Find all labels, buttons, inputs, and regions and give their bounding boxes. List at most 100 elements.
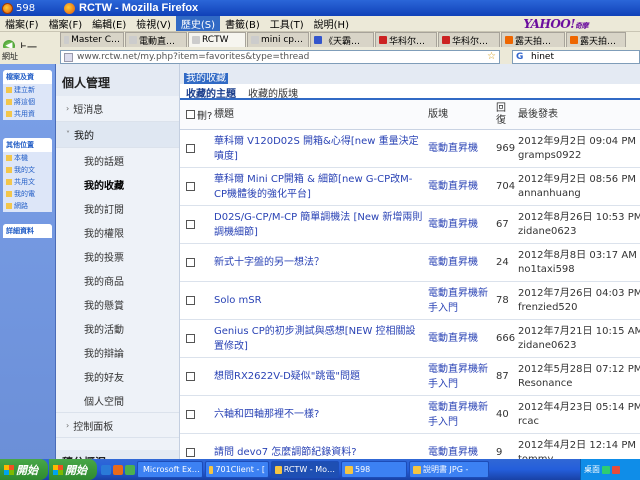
last-post-user[interactable]: Resonance (518, 377, 640, 391)
menu-file-ie[interactable]: 檔案(F) (0, 16, 44, 31)
last-post-user[interactable]: zidane0623 (518, 225, 640, 239)
task-pane-link[interactable]: 網路 (3, 200, 52, 212)
yahoo-logo[interactable]: YAHOO!奇摩 (523, 17, 588, 31)
sidebar-subitem[interactable]: 我的收藏 (56, 172, 179, 196)
menu-view[interactable]: 檢視(V) (131, 16, 176, 31)
last-post-user[interactable]: rcac (518, 415, 640, 429)
forum-link[interactable]: 電動直昇機 (428, 141, 494, 156)
tray-desktop-label[interactable]: 桌面 (584, 464, 600, 475)
browser-tab[interactable]: 华科尔… (375, 32, 437, 47)
task-pane-link[interactable]: 我的電 (3, 188, 52, 200)
row-checkbox[interactable] (186, 182, 195, 191)
browser-tab[interactable]: RCTW (188, 32, 246, 47)
start-button[interactable]: 開始 (0, 459, 48, 480)
taskbar-button[interactable]: Microsoft Ex… (137, 461, 203, 478)
thread-title-link[interactable]: D02S/G-CP/M-CP 簡單調機法 [New 新增兩則調機細節] (214, 210, 428, 240)
sidebar-subitem[interactable]: 我的辯論 (56, 340, 179, 364)
browser-tab[interactable]: 露天拍… (566, 32, 626, 47)
forum-link[interactable]: 電動直昇機 (428, 217, 494, 232)
menu-file[interactable]: 檔案(F) (44, 16, 88, 31)
sidebar-item-my[interactable]: ˅ 我的 (56, 122, 179, 148)
thread-title-link[interactable]: 請問 devo7 怎麼調節紀錄資料? (214, 445, 428, 459)
browser-tab[interactable]: 露天拍… (501, 32, 565, 47)
sidebar-subitem[interactable]: 我的好友 (56, 364, 179, 388)
sidebar-subitem[interactable]: 我的懸賞 (56, 292, 179, 316)
menu-bookmarks[interactable]: 書籤(B) (220, 16, 265, 31)
menu-tools[interactable]: 工具(T) (265, 16, 309, 31)
last-post-user[interactable]: frenzied520 (518, 301, 640, 315)
forum-link[interactable]: 電動直昇機 (428, 179, 494, 194)
sidebar-item-messages[interactable]: › 短消息 (56, 96, 179, 122)
thread-title-link[interactable]: Genius CP的初步測試與感想[NEW 控相關設置修改] (214, 324, 428, 354)
taskbar-button[interactable]: 說明書 JPG - (409, 461, 489, 478)
row-checkbox[interactable] (186, 144, 195, 153)
last-post-user[interactable]: no1taxi598 (518, 263, 640, 277)
antivirus-tray-icon[interactable] (612, 465, 620, 474)
menu-edit[interactable]: 編輯(E) (87, 16, 131, 31)
taskbar-button[interactable]: RCTW - Mo… (271, 461, 339, 478)
sidebar-subitem[interactable]: 我的活動 (56, 316, 179, 340)
thread-title-link[interactable]: 新式十字盤的另一想法？ (214, 255, 428, 270)
url-input[interactable]: www.rctw.net/my.php?item=favorites&type=… (60, 50, 500, 64)
row-checkbox[interactable] (186, 372, 195, 381)
task-pane-link[interactable]: 建立新 (3, 84, 52, 96)
thread-title-link[interactable]: 想問RX2622V-D疑似"跳電"問題 (214, 369, 428, 384)
sidebar-subitem[interactable]: 我的權限 (56, 220, 179, 244)
row-checkbox[interactable] (186, 296, 195, 305)
google-engine-icon[interactable]: G (516, 52, 523, 62)
row-checkbox[interactable] (186, 220, 195, 229)
task-pane-section-header[interactable]: 其他位置 (3, 138, 52, 152)
row-checkbox[interactable] (186, 334, 195, 343)
task-pane-section-header[interactable]: 檔案及資 (3, 70, 52, 84)
content-tab[interactable]: 收藏的主題 (180, 84, 242, 100)
search-input[interactable]: G hinet (512, 50, 640, 64)
sidebar-subitem[interactable]: 我的投票 (56, 244, 179, 268)
ie-quicklaunch-icon[interactable] (101, 464, 111, 475)
sidebar-item-control-panel[interactable]: › 控制面板 (56, 412, 179, 438)
last-post-user[interactable]: zidane0623 (518, 339, 640, 353)
search-value: hinet (531, 52, 554, 62)
browser-tab[interactable]: 华科尔… (438, 32, 500, 47)
thread-title-link[interactable]: Solo mSR (214, 293, 428, 308)
browser-tab[interactable]: Master C… (60, 32, 124, 47)
forum-link[interactable]: 電動直昇機 (428, 255, 494, 270)
last-post-user[interactable]: annanhuang (518, 187, 640, 201)
last-post-user[interactable]: gramps0922 (518, 149, 640, 163)
sidebar-subitem[interactable]: 個人空間 (56, 388, 179, 412)
row-checkbox[interactable] (186, 448, 195, 457)
content-tab[interactable]: 收藏的版塊 (242, 84, 304, 100)
task-pane-section-header[interactable]: 詳細資料 (3, 224, 52, 238)
row-checkbox[interactable] (186, 258, 195, 267)
browser-tab[interactable]: 電動直… (125, 32, 187, 47)
sidebar-subitem[interactable]: 我的商品 (56, 268, 179, 292)
menu-help[interactable]: 說明(H) (309, 16, 354, 31)
task-pane-link[interactable]: 將這個 (3, 96, 52, 108)
forum-link[interactable]: 電動直昇機新手入門 (428, 400, 494, 430)
breadcrumb-current[interactable]: 我的收藏 (184, 73, 228, 84)
task-pane-link[interactable]: 共用資 (3, 108, 52, 120)
thread-title-link[interactable]: 華科爾 V120D02S 開箱&心得[new 重量決定噴度] (214, 134, 428, 164)
sidebar-subitem[interactable]: 我的訂閱 (56, 196, 179, 220)
thread-title-link[interactable]: 華科爾 Mini CP開箱 & 細節[new G-CP改M-CP機體後的強化平台… (214, 172, 428, 202)
task-pane-link[interactable]: 共用文 (3, 176, 52, 188)
row-checkbox[interactable] (186, 410, 195, 419)
desktop-quicklaunch-icon[interactable] (125, 464, 135, 475)
firefox-quicklaunch-icon[interactable] (113, 464, 123, 475)
sidebar-subitem[interactable]: 我的話題 (56, 148, 179, 172)
bookmark-star-icon[interactable]: ☆ (487, 51, 496, 62)
task-pane-link[interactable]: 我的文 (3, 164, 52, 176)
task-pane-link[interactable]: 本機 (3, 152, 52, 164)
browser-tab[interactable]: mini cp… (247, 32, 309, 47)
network-tray-icon[interactable] (602, 465, 610, 474)
thread-title-link[interactable]: 六軸和四軸那裡不一樣? (214, 407, 428, 422)
menu-history[interactable]: 歷史(S) (175, 16, 221, 31)
forum-link[interactable]: 電動直昇機 (428, 331, 494, 346)
select-all-checkbox[interactable] (186, 110, 195, 119)
taskbar-button[interactable]: 701Client - [ (205, 461, 269, 478)
taskbar-button[interactable]: 598 (341, 461, 407, 478)
forum-link[interactable]: 電動直昇機新手入門 (428, 362, 494, 392)
start-button-2[interactable]: 開始 (49, 459, 97, 480)
browser-tab[interactable]: 《天霸… (310, 32, 374, 47)
forum-link[interactable]: 電動直昇機新手入門 (428, 286, 494, 316)
forum-link[interactable]: 電動直昇機 (428, 445, 494, 459)
